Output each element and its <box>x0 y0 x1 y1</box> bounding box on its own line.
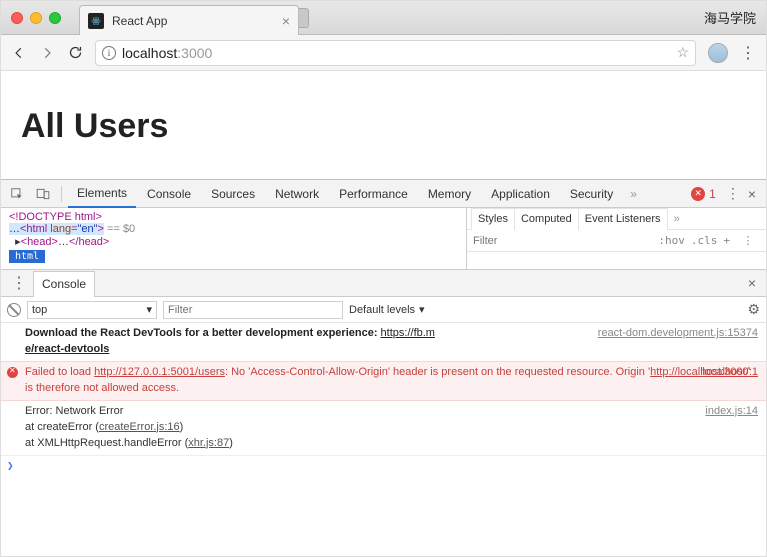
close-window-button[interactable] <box>11 12 23 24</box>
console-message-info[interactable]: react-dom.development.js:15374 Download … <box>1 323 766 361</box>
address-bar[interactable]: i localhost:3000 ☆ <box>95 40 696 66</box>
clear-console-icon[interactable] <box>7 303 21 317</box>
devtools-tab-console[interactable]: Console <box>138 180 200 208</box>
devtools: Elements Console Sources Network Perform… <box>1 179 766 556</box>
styles-filter-input[interactable] <box>473 235 652 247</box>
styles-tab-computed[interactable]: Computed <box>515 208 579 230</box>
browser-toolbar: i localhost:3000 ☆ ⋮ <box>1 35 766 71</box>
console-output: react-dom.development.js:15374 Download … <box>1 323 766 556</box>
console-toolbar: top▾ Default levels▾ ⚙ <box>1 297 766 323</box>
console-filter-input[interactable] <box>163 301 343 319</box>
devtools-tab-sources[interactable]: Sources <box>202 180 264 208</box>
dom-line[interactable]: ▸<head>…</head> <box>9 235 458 248</box>
drawer-close-icon[interactable]: × <box>748 275 756 291</box>
site-info-icon[interactable]: i <box>102 46 116 60</box>
devtools-tab-network[interactable]: Network <box>266 180 328 208</box>
devtools-tab-security[interactable]: Security <box>561 180 622 208</box>
link[interactable]: http://127.0.0.1:5001/users <box>94 366 225 378</box>
console-message-trace[interactable]: index.js:14 Error: Network Error at crea… <box>1 401 766 455</box>
hov-toggle[interactable]: :hov <box>658 234 685 247</box>
reload-button[interactable] <box>67 45 83 61</box>
add-rule-button[interactable]: + <box>723 234 730 247</box>
devtools-close-icon[interactable]: × <box>748 186 756 202</box>
window-titlebar: React App × 海马学院 <box>1 1 766 35</box>
devtools-tabbar: Elements Console Sources Network Perform… <box>1 180 766 208</box>
styles-tab-styles[interactable]: Styles <box>471 208 515 230</box>
link[interactable]: e/react-devtools <box>25 343 109 355</box>
tab-title: React App <box>112 14 274 28</box>
tab-close-icon[interactable]: × <box>282 13 290 29</box>
browser-tab[interactable]: React App × <box>79 5 299 35</box>
console-settings-icon[interactable]: ⚙ <box>747 301 760 318</box>
bookmark-star-icon[interactable]: ☆ <box>676 44 689 61</box>
error-count[interactable]: 1 <box>709 187 716 201</box>
page-heading: All Users <box>21 107 746 146</box>
device-toolbar-icon[interactable] <box>35 186 51 202</box>
url-text: localhost:3000 <box>122 45 212 61</box>
elements-panel: <!DOCTYPE html> …<html lang="en"> == $0 … <box>1 208 766 270</box>
react-favicon-icon <box>88 13 104 29</box>
link[interactable]: createError.js:16 <box>99 421 180 433</box>
styles-tabs: Styles Computed Event Listeners » <box>467 208 766 230</box>
styles-sidebar: Styles Computed Event Listeners » :hov .… <box>466 208 766 269</box>
traffic-lights <box>11 12 61 24</box>
page-content: All Users <box>1 71 766 179</box>
drawer-tabbar: ⋮ Console × <box>1 270 766 297</box>
forward-button[interactable] <box>39 45 55 61</box>
styles-filter-bar: :hov .cls + ⋮ <box>467 230 766 252</box>
browser-menu-icon[interactable]: ⋮ <box>740 43 756 63</box>
dom-line-selected[interactable]: …<html lang="en"> == $0 <box>9 223 458 235</box>
more-tabs-icon[interactable]: » <box>630 187 637 201</box>
drawer-menu-icon[interactable]: ⋮ <box>11 273 27 293</box>
profile-avatar[interactable] <box>708 43 728 63</box>
inspect-element-icon[interactable] <box>9 186 25 202</box>
message-source-link[interactable]: react-dom.development.js:15374 <box>598 326 758 342</box>
devtools-tab-memory[interactable]: Memory <box>419 180 480 208</box>
minimize-window-button[interactable] <box>30 12 42 24</box>
console-prompt[interactable]: ❯ <box>1 455 766 475</box>
message-source-link[interactable]: localhost/:1 <box>702 365 758 381</box>
context-selector[interactable]: top▾ <box>27 301 157 319</box>
devtools-tab-application[interactable]: Application <box>482 180 559 208</box>
devtools-tab-elements[interactable]: Elements <box>68 180 136 208</box>
error-badge-icon[interactable]: ✕ <box>691 187 705 201</box>
link[interactable]: https://fb.m <box>381 327 435 339</box>
drawer-tab-console[interactable]: Console <box>33 271 95 297</box>
dom-tree[interactable]: <!DOCTYPE html> …<html lang="en"> == $0 … <box>1 208 466 269</box>
message-source-link[interactable]: index.js:14 <box>705 404 758 420</box>
console-message-error[interactable]: localhost/:1 Failed to load http://127.0… <box>1 361 766 401</box>
log-levels-selector[interactable]: Default levels▾ <box>349 303 425 316</box>
titlebar-right-text: 海马学院 <box>704 8 756 27</box>
more-styles-tabs-icon[interactable]: » <box>674 213 680 225</box>
devtools-menu-icon[interactable]: ⋮ <box>726 185 740 202</box>
dom-line[interactable]: <!DOCTYPE html> <box>9 211 458 223</box>
maximize-window-button[interactable] <box>49 12 61 24</box>
cls-toggle[interactable]: .cls <box>691 234 718 247</box>
devtools-tab-performance[interactable]: Performance <box>330 180 417 208</box>
back-button[interactable] <box>11 45 27 61</box>
styles-menu-icon[interactable]: ⋮ <box>740 233 756 249</box>
breadcrumb-path[interactable]: html <box>9 250 45 263</box>
link[interactable]: xhr.js:87 <box>188 437 229 449</box>
styles-tab-eventlisteners[interactable]: Event Listeners <box>579 208 668 230</box>
